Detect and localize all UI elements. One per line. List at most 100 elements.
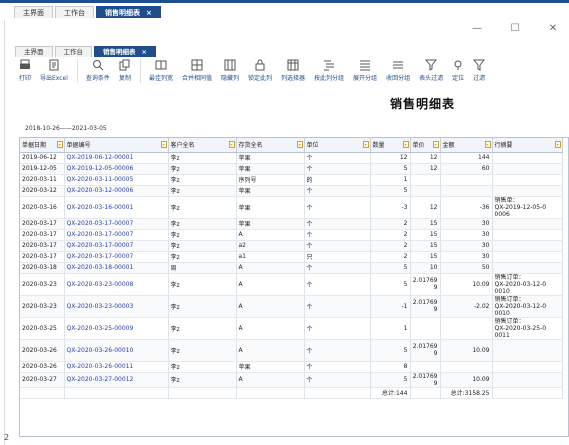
toolbar-collapse-group-button[interactable]: 收回分组 (386, 59, 410, 82)
table-row[interactable]: 2020-03-12 QX-2020-03-12-00006 李z 苹果个 5 (20, 185, 563, 197)
column-dropdown-icon[interactable]: ▾ (402, 141, 409, 148)
inner-tab-0[interactable]: 主界面 (15, 46, 53, 57)
table-row[interactable]: 2020-03-27 QX-2020-03-27-00012 李z A 个 5 2.0176… (20, 372, 563, 388)
cell-memo (492, 251, 563, 263)
minimize-button[interactable]: — (471, 23, 483, 34)
inner-tab-1[interactable]: 工作台 (54, 46, 92, 57)
cell-item: 苹果 (236, 196, 305, 219)
cell-no[interactable]: QX-2020-03-17-00007 (64, 251, 169, 263)
toolbar-copy-button[interactable]: 复制 (119, 59, 131, 82)
cell-no[interactable]: QX-2020-03-26-00011 (64, 361, 169, 373)
column-header[interactable]: 客户全名 ▾ (168, 138, 237, 153)
table-row[interactable]: 2020-03-25 QX-2020-03-25-00009 李z A 个 1 销售订单： … (20, 317, 563, 340)
cell-no[interactable]: QX-2020-03-23-00003 (64, 295, 169, 318)
cell-no[interactable]: QX-2020-03-17-00007 (64, 229, 169, 241)
cell-no[interactable]: QX-2020-03-27-00012 (64, 372, 169, 388)
table-row[interactable]: 2019-06-12 QX-2019-06-12-00001 李z 苹果个 12 12 14… (20, 152, 563, 164)
cell-no[interactable]: QX-2020-03-12-00006 (64, 185, 169, 197)
column-header[interactable]: 存货全名 ▾ (236, 138, 305, 153)
column-dropdown-icon[interactable]: ▾ (554, 141, 561, 148)
table-row[interactable]: 2020-03-23 QX-2020-03-23-00008 李z A 个 5 2.0176… (20, 273, 563, 296)
cell-customer: 李z (168, 240, 237, 252)
table-row[interactable]: 2020-03-11 QX-2020-03-11-00005 李z 序列号的 1 (20, 174, 563, 186)
toolbar-export-button[interactable]: 导出Excel (40, 59, 68, 82)
report-window: — ☐ ✕ 主界面 工作台 销售明细表 × 打印 导出Excel 查询条件 复制 最佳列宽合并… (4, 20, 569, 445)
toolbar-funnel-button[interactable]: 过滤 (473, 59, 486, 82)
toolbar-locate-button[interactable]: 定位 (452, 59, 464, 82)
outer-tab-0[interactable]: 主界面 (14, 6, 53, 18)
cell-no[interactable]: QX-2020-03-23-00008 (64, 273, 169, 296)
toolbar-hide-column-button[interactable]: 隐藏列 (221, 59, 239, 82)
cell-no[interactable]: QX-2020-03-17-00007 (64, 218, 169, 230)
outer-tab-strip: 主界面 工作台 销售明细表 × (0, 0, 569, 18)
cell-item: 苹果 (236, 361, 305, 373)
toolbar-label: 合并相同值 (181, 75, 212, 82)
cell-price: 12 (410, 196, 441, 219)
cell-memo: 销售订单： QX-2020-03-12-0 0010 (492, 295, 563, 318)
cell-no[interactable]: QX-2020-03-26-00010 (64, 339, 169, 362)
cell-memo (492, 262, 563, 274)
cell-customer: 李z (168, 372, 237, 388)
table-row[interactable]: 2020-03-23 QX-2020-03-23-00003 李z A 个 -1 2.017… (20, 295, 563, 318)
column-header[interactable]: 单据日期 ▾ (20, 138, 65, 153)
cell-no[interactable]: QX-2019-06-12-00001 (64, 152, 169, 164)
column-dropdown-icon[interactable]: ▾ (484, 141, 491, 148)
maximize-button[interactable]: ☐ (509, 23, 521, 34)
cell-unit: 个 (304, 262, 371, 274)
cell-no[interactable]: QX-2019-12-05-00006 (64, 163, 169, 175)
outer-tabs: 主界面 工作台 销售明细表 × (14, 6, 163, 18)
toolbar-group-button[interactable]: 按此列分组 (314, 59, 344, 82)
toolbar-printer-button[interactable]: 打印 (19, 59, 31, 82)
inner-tabs: 主界面 工作台 销售明细表 × (15, 46, 158, 57)
column-dropdown-icon[interactable]: ▾ (296, 141, 303, 148)
toolbar-expand-group-button[interactable]: 展开分组 (353, 59, 377, 82)
cell-no[interactable]: QX-2020-03-25-00009 (64, 317, 169, 340)
outer-tab-1[interactable]: 工作台 (55, 6, 94, 18)
column-header[interactable]: 行摘要 ▾ (492, 138, 563, 153)
column-header[interactable]: 单据编号 ▾ (64, 138, 169, 153)
column-dropdown-icon[interactable]: ▾ (56, 141, 63, 148)
column-header[interactable]: 单价 ▾ (410, 138, 441, 153)
cell-item: 苹果 (236, 185, 305, 197)
table-row[interactable]: 2020-03-17 QX-2020-03-17-00007 李z 苹果个 2 15 30 (20, 218, 563, 230)
column-dropdown-icon[interactable]: ▾ (228, 141, 235, 148)
toolbar-column-width-button[interactable]: 最佳列宽 (149, 59, 173, 82)
cell-price: 2.01769 9 (410, 273, 441, 296)
toolbar-merge-button[interactable]: 合并相同值 (182, 59, 212, 82)
toolbar-search-button[interactable]: 查询条件 (86, 59, 110, 82)
table-row[interactable]: 2020-03-26 QX-2020-03-26-00011 李z 苹果个 8 (20, 361, 563, 373)
toolbar-column-chooser-button[interactable]: 列选择器 (281, 59, 305, 82)
table-row[interactable]: 2020-03-16 QX-2020-03-16-00001 李z 苹果个 -3 12 -3… (20, 196, 563, 219)
outer-tab-2[interactable]: 销售明细表 × (96, 6, 161, 18)
table-row[interactable]: 2020-03-18 QX-2020-03-18-00001 周 A 个 5 10 50 (20, 262, 563, 274)
cell-no[interactable]: QX-2020-03-18-00001 (64, 262, 169, 274)
table-row[interactable]: 2020-03-17 QX-2020-03-17-00007 李z A 个 2 15 30 (20, 229, 563, 241)
table-row[interactable]: 2019-12-05 QX-2019-12-05-00006 李z 苹果个 5 12 60 (20, 163, 563, 175)
cell-date: 2020-03-16 (20, 196, 65, 219)
cell-amount: -36 (440, 196, 493, 219)
close-tab-icon[interactable]: × (142, 48, 147, 56)
column-dropdown-icon[interactable]: ▾ (362, 141, 369, 148)
cell-no[interactable]: QX-2020-03-11-00005 (64, 174, 169, 186)
close-tab-icon[interactable]: × (146, 9, 152, 17)
column-header[interactable]: 单位 ▾ (304, 138, 371, 153)
toolbar-filter-button[interactable]: 表头过滤 (419, 59, 443, 82)
cell-no[interactable]: QX-2020-03-17-00007 (64, 240, 169, 252)
table-row[interactable]: 2020-03-26 QX-2020-03-26-00010 李z A 个 5 2.0176… (20, 339, 563, 362)
close-button[interactable]: ✕ (547, 23, 559, 34)
cell-amount (440, 174, 493, 186)
cell-price: 12 (410, 152, 441, 164)
column-header[interactable]: 金额 ▾ (440, 138, 493, 153)
cell-unit: 的 (304, 174, 371, 186)
table-row[interactable]: 2020-03-17 QX-2020-03-17-00007 李z a1 只 2 15 30 (20, 251, 563, 263)
cell-amount: 10.09 (440, 372, 493, 388)
toolbar-label: 列选择器 (281, 75, 306, 82)
cell-no[interactable]: QX-2020-03-16-00001 (64, 196, 169, 219)
column-dropdown-icon[interactable]: ▾ (432, 141, 439, 148)
column-dropdown-icon[interactable]: ▾ (160, 141, 167, 148)
table-row[interactable]: 2020-03-17 QX-2020-03-17-00007 李z a2 个 2 15 30 (20, 240, 563, 252)
inner-tab-2[interactable]: 销售明细表 × (94, 46, 156, 57)
toolbar-lock-button[interactable]: 锁定此列 (248, 59, 272, 82)
column-header[interactable]: 数量 ▾ (370, 138, 411, 153)
cell-date: 2020-03-25 (20, 317, 65, 340)
